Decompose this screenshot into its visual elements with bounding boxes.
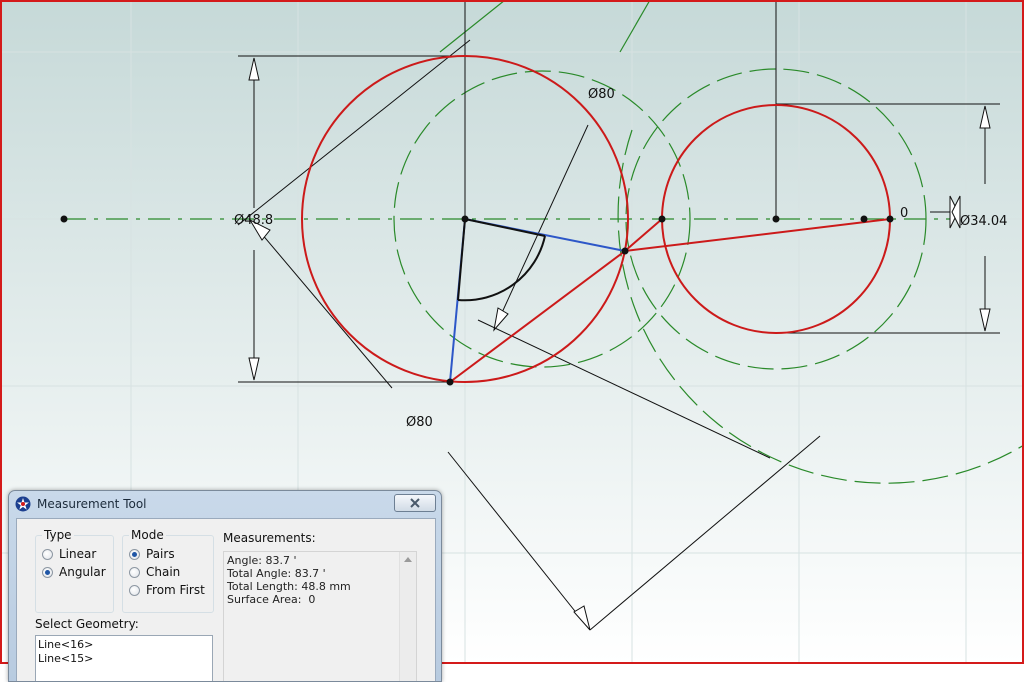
star-logo-icon bbox=[15, 496, 31, 512]
geometry-item-line-15[interactable]: Line<15> bbox=[38, 652, 93, 665]
radio-from-first[interactable] bbox=[129, 584, 140, 596]
measurement-total-angle: Total Angle: 83.7 ' bbox=[227, 567, 326, 580]
type-option-linear-label: Linear bbox=[59, 547, 97, 561]
type-option-angular-label: Angular bbox=[59, 565, 106, 579]
measurements-heading: Measurements: bbox=[223, 531, 316, 545]
measurements-scrollbar[interactable] bbox=[399, 552, 416, 681]
type-option-linear[interactable]: Linear bbox=[42, 546, 96, 562]
select-geometry-list[interactable]: Line<16> Line<15> bbox=[35, 635, 213, 681]
type-option-angular[interactable]: Angular bbox=[42, 564, 106, 580]
mode-group-label: Mode bbox=[129, 528, 166, 542]
radio-pairs[interactable] bbox=[129, 548, 140, 560]
mode-option-from-first-label: From First bbox=[146, 583, 205, 597]
select-geometry-heading: Select Geometry: bbox=[35, 617, 139, 631]
dimension-text-zero[interactable]: 0 bbox=[900, 206, 908, 221]
radio-linear[interactable] bbox=[42, 548, 53, 560]
close-icon bbox=[410, 498, 420, 508]
type-group-label: Type bbox=[42, 528, 74, 542]
dimension-text-bottom-diameter[interactable]: Ø80 bbox=[406, 415, 433, 430]
close-button[interactable] bbox=[394, 494, 436, 512]
measurement-angle: Angle: 83.7 ' bbox=[227, 554, 297, 567]
mode-option-pairs-label: Pairs bbox=[146, 547, 175, 561]
measurement-tool-titlebar[interactable]: Measurement Tool bbox=[9, 491, 441, 517]
mode-option-chain[interactable]: Chain bbox=[129, 564, 180, 580]
measurement-tool-title: Measurement Tool bbox=[37, 497, 147, 511]
radio-angular[interactable] bbox=[42, 566, 53, 578]
radio-chain[interactable] bbox=[129, 566, 140, 578]
measurement-total-length: Total Length: 48.8 mm bbox=[227, 580, 351, 593]
dimension-text-left-diameter[interactable]: Ø48.8 bbox=[234, 213, 273, 228]
measurement-tool-window[interactable]: Measurement Tool Type Linear Angular Mod… bbox=[8, 490, 442, 682]
type-group: Type Linear Angular bbox=[35, 528, 114, 613]
geometry-item-line-16[interactable]: Line<16> bbox=[38, 638, 93, 651]
mode-option-pairs[interactable]: Pairs bbox=[129, 546, 175, 562]
measurement-tool-body: Type Linear Angular Mode Pairs Chain Fro… bbox=[16, 518, 436, 681]
mode-option-from-first[interactable]: From First bbox=[129, 582, 205, 598]
measurements-output[interactable]: Angle: 83.7 ' Total Angle: 83.7 ' Total … bbox=[223, 551, 417, 681]
dimension-text-top-diameter[interactable]: Ø80 bbox=[588, 87, 615, 102]
scroll-up-arrow-icon[interactable] bbox=[404, 557, 412, 562]
mode-option-chain-label: Chain bbox=[146, 565, 181, 579]
measurement-surface-area: Surface Area: 0 bbox=[227, 593, 316, 606]
mode-group: Mode Pairs Chain From First bbox=[122, 528, 214, 613]
dimension-text-right-diameter[interactable]: Ø34.04 bbox=[960, 214, 1007, 229]
